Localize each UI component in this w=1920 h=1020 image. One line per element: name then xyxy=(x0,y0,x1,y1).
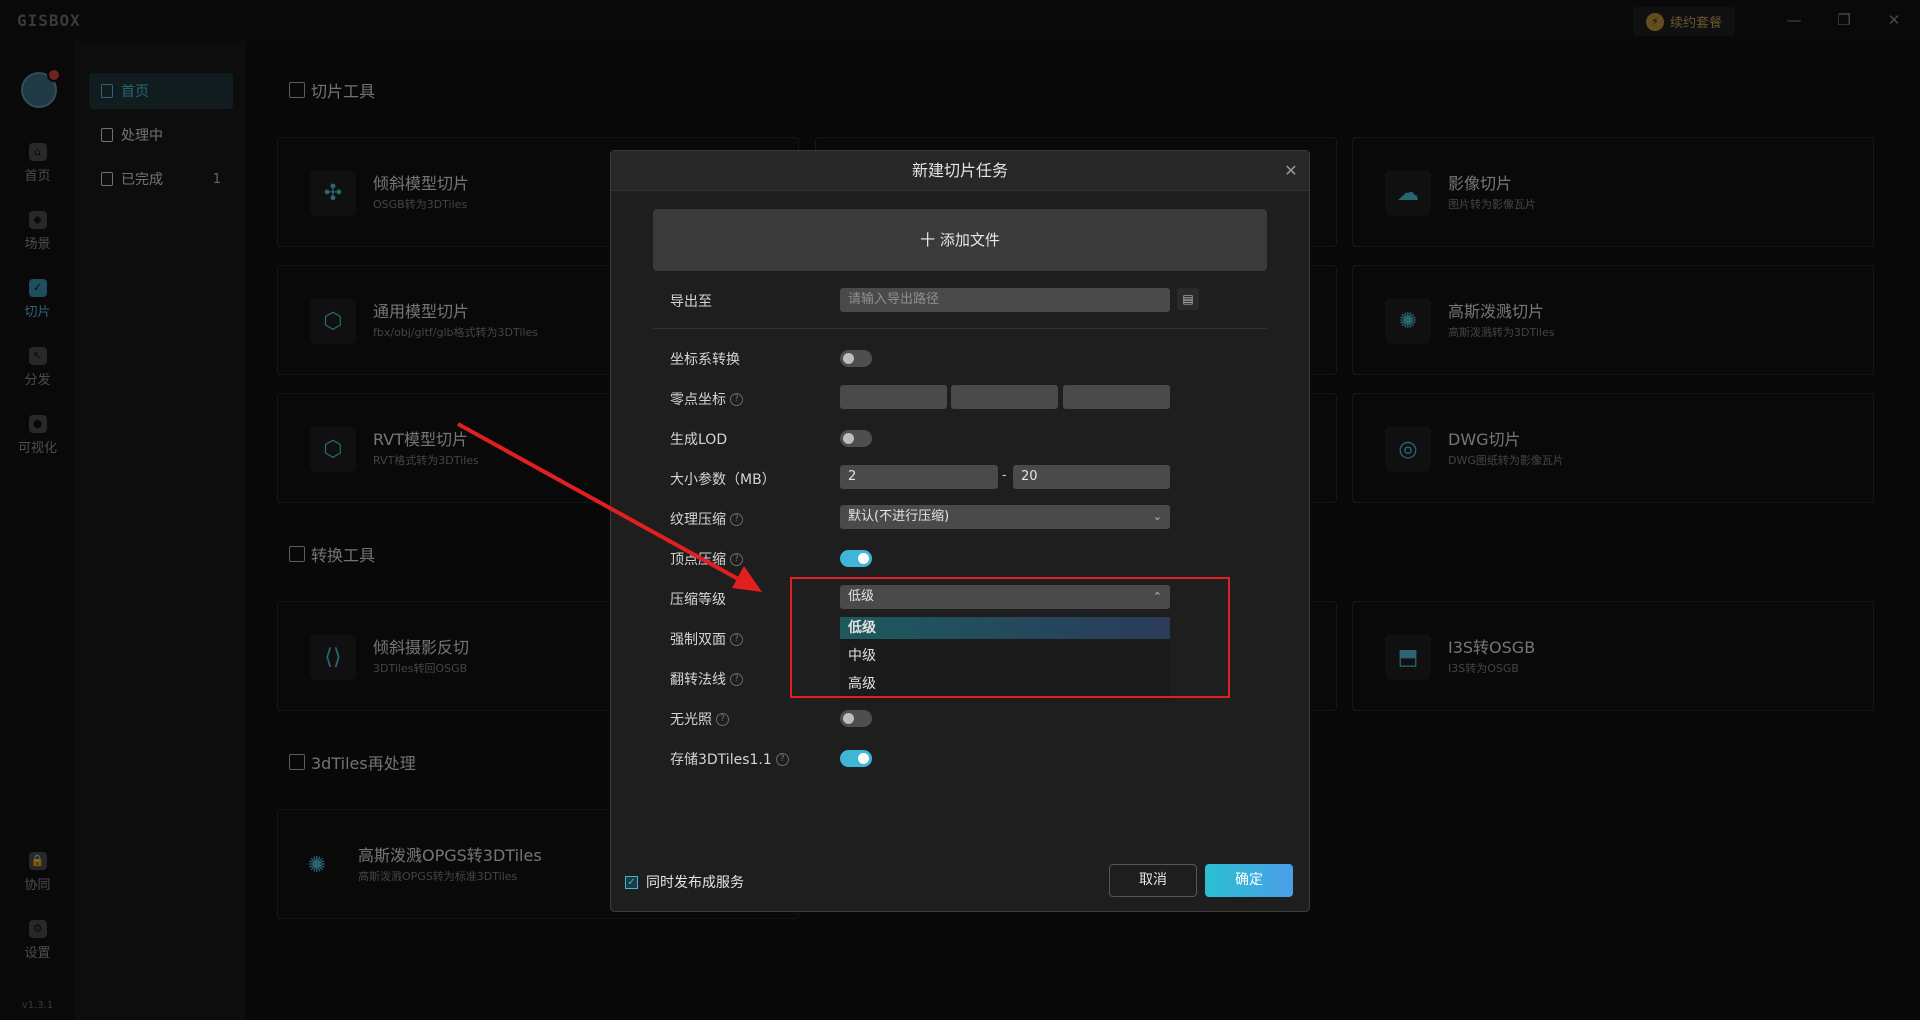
add-file-button[interactable]: 十 添加文件 xyxy=(653,209,1267,271)
store-toggle[interactable] xyxy=(840,750,872,767)
texture-select[interactable]: 默认(不进行压缩) ⌄ xyxy=(840,505,1170,529)
export-path-input[interactable]: 请输入导出路径 xyxy=(840,288,1170,312)
label-text: 导出至 xyxy=(670,294,712,310)
help-icon[interactable]: ? xyxy=(730,632,743,646)
unlit-label: 无光照? xyxy=(670,709,729,729)
label-text: 坐标系转换 xyxy=(670,352,740,368)
size-min-input[interactable]: 2 xyxy=(840,465,998,489)
origin-label: 零点坐标? xyxy=(670,389,743,409)
label-text: 纹理压缩 xyxy=(670,512,726,528)
new-tiling-task-dialog: 新建切片任务 ✕ 十 添加文件 导出至 请输入导出路径 ▤ 坐标系转换 零点坐标… xyxy=(610,150,1310,912)
chevron-down-icon: ⌄ xyxy=(1152,510,1162,523)
vertex-toggle[interactable] xyxy=(840,550,872,567)
store-label: 存储3DTiles1.1? xyxy=(670,749,789,769)
label-text: 顶点压缩 xyxy=(670,552,726,568)
texture-label: 纹理压缩? xyxy=(670,509,743,529)
lod-toggle[interactable] xyxy=(840,430,872,447)
label-text: 存储3DTiles1.1 xyxy=(670,752,772,768)
help-icon[interactable]: ? xyxy=(730,512,743,526)
help-icon[interactable]: ? xyxy=(775,752,789,766)
vertex-label: 顶点压缩? xyxy=(670,549,743,569)
size-separator: - xyxy=(1002,468,1007,483)
folder-browse-icon[interactable]: ▤ xyxy=(1177,288,1199,310)
label-text: 大小参数（MB） xyxy=(670,472,776,488)
checkbox-checked-icon: ✓ xyxy=(625,875,638,889)
publish-service-checkbox[interactable]: ✓ 同时发布成服务 xyxy=(625,872,744,892)
highlight-box xyxy=(790,577,1230,698)
lod-label: 生成LOD xyxy=(670,429,727,449)
level-label: 压缩等级 xyxy=(670,589,726,609)
label-text: 压缩等级 xyxy=(670,592,726,608)
cancel-button[interactable]: 取消 xyxy=(1109,864,1197,897)
label-text: 翻转法线 xyxy=(670,672,726,688)
label-text: 强制双面 xyxy=(670,632,726,648)
publish-label: 同时发布成服务 xyxy=(646,875,744,891)
coord-transform-toggle[interactable] xyxy=(840,350,872,367)
select-value: 默认(不进行压缩) xyxy=(848,509,950,524)
origin-x-input[interactable] xyxy=(840,385,947,409)
help-icon[interactable]: ? xyxy=(730,392,743,406)
label-text: 生成LOD xyxy=(670,432,728,448)
help-icon[interactable]: ? xyxy=(730,672,743,686)
close-icon[interactable]: ✕ xyxy=(1281,161,1301,181)
help-icon[interactable]: ? xyxy=(716,712,729,726)
label-text: 零点坐标 xyxy=(670,392,726,408)
unlit-toggle[interactable] xyxy=(840,710,872,727)
size-label: 大小参数（MB） xyxy=(670,469,776,489)
origin-z-input[interactable] xyxy=(1063,385,1170,409)
flip-normal-label: 翻转法线? xyxy=(670,669,743,689)
size-max-input[interactable]: 20 xyxy=(1013,465,1170,489)
divider xyxy=(653,328,1267,329)
doubleside-label: 强制双面? xyxy=(670,629,743,649)
label-text: 无光照 xyxy=(670,712,712,728)
origin-y-input[interactable] xyxy=(951,385,1058,409)
export-label: 导出至 xyxy=(670,291,712,311)
confirm-button[interactable]: 确定 xyxy=(1205,864,1293,897)
coord-transform-label: 坐标系转换 xyxy=(670,349,740,369)
help-icon[interactable]: ? xyxy=(730,552,743,566)
dialog-title: 新建切片任务 xyxy=(611,151,1309,191)
